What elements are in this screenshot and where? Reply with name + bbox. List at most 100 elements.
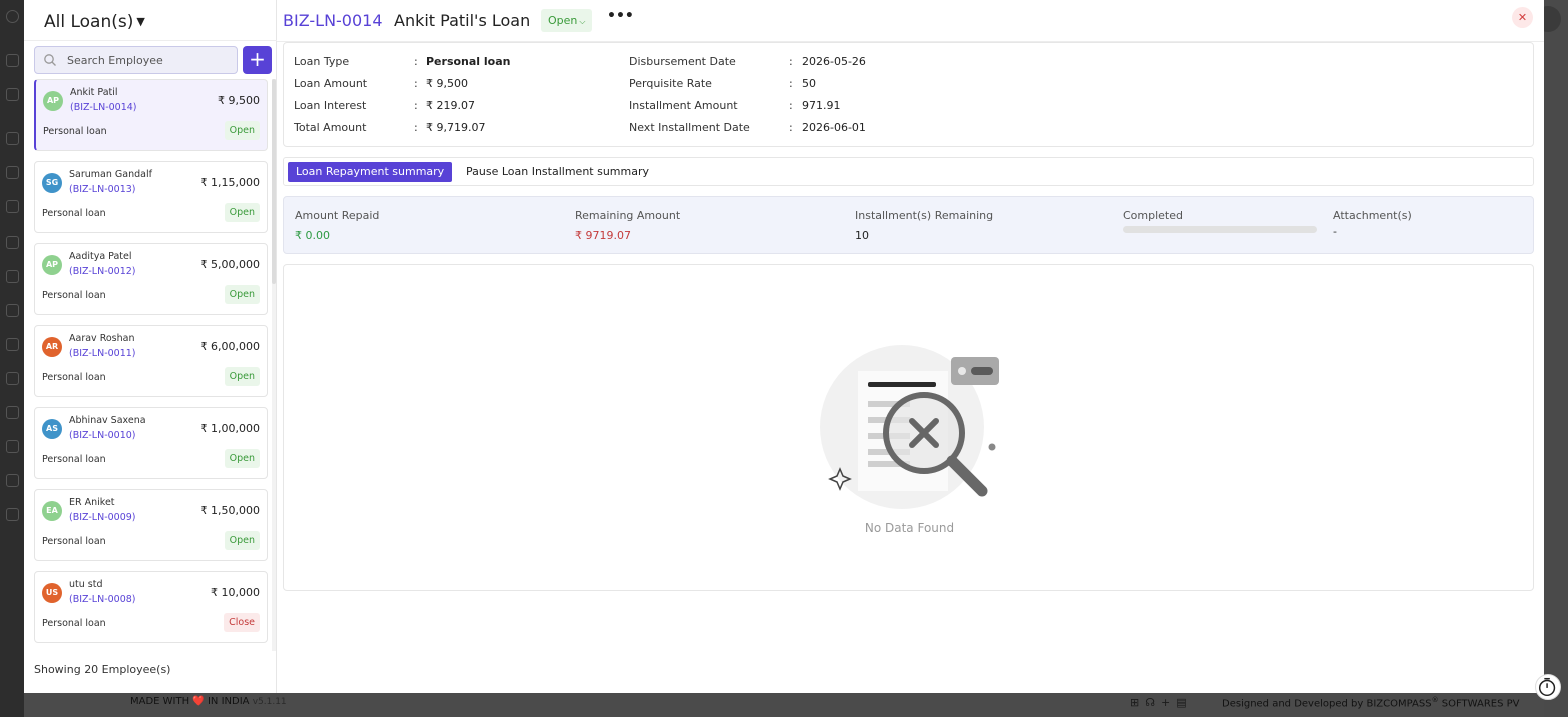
background-sidebar (0, 0, 24, 717)
detail-disbursement-date-value: 2026-05-26 (802, 55, 866, 68)
detail-next-installment-date-value: 2026-06-01 (802, 121, 866, 134)
loan-amount: ₹ 9,500 (218, 94, 260, 107)
detail-separator: : (414, 121, 418, 134)
loan-type: Personal loan (43, 126, 107, 137)
loan-amount: ₹ 10,000 (211, 586, 260, 599)
loan-card[interactable]: SG Saruman Gandalf (BIZ-LN-0013) ₹ 1,15,000… (34, 161, 268, 233)
loan-status-dropdown[interactable]: Open ⌵ (541, 9, 593, 32)
status-badge: Open (224, 367, 260, 386)
loan-card[interactable]: US utu std (BIZ-LN-0008) ₹ 10,000 Personal l… (34, 571, 268, 643)
nav-icon (6, 54, 19, 67)
nav-icon (6, 474, 19, 487)
nav-icon (6, 338, 19, 351)
loan-title: Ankit Patil's Loan (394, 11, 531, 30)
avatar: EA (42, 501, 62, 521)
repayment-summary: Amount Repaid ₹ 0.00 Remaining Amount ₹ … (283, 196, 1534, 254)
stopwatch-icon (1538, 677, 1556, 697)
detail-label: Installment Amount (629, 99, 738, 112)
status-badge: Open (224, 203, 260, 222)
detail-separator: : (789, 55, 793, 68)
avatar: AP (43, 91, 63, 111)
loan-filter-dropdown[interactable]: All Loan(s) ▼ (44, 12, 145, 32)
footer-company-suffix: SOFTWARES PV (1441, 698, 1520, 710)
loan-card[interactable]: EA ER Aniket (BIZ-LN-0009) ₹ 1,50,000 Person… (34, 489, 268, 561)
loan-code: (BIZ-LN-0014) (70, 102, 137, 113)
loan-list-scroll-thumb[interactable] (272, 79, 276, 284)
summary-tabs: Loan Repayment summary Pause Loan Instal… (283, 157, 1534, 186)
detail-loan-amount: Loan Amount (294, 77, 367, 90)
loan-card[interactable]: AP Aaditya Patel (BIZ-LN-0012) ₹ 5,00,000 Pe… (34, 243, 268, 315)
detail-loan-amount-value: ₹ 9,500 (426, 77, 468, 90)
nav-icon (6, 406, 19, 419)
loan-list: AP Ankit Patil (BIZ-LN-0014) ₹ 9,500 Persona… (34, 79, 268, 651)
loan-status-label: Open (548, 14, 578, 27)
detail-label: Perquisite Rate (629, 77, 712, 90)
detail-installment-amount-value: 971.91 (802, 99, 841, 112)
loan-type: Personal loan (42, 290, 106, 301)
amount-repaid-label: Amount Repaid (295, 209, 380, 222)
footer-in-india-text: IN INDIA (207, 696, 250, 707)
loan-type: Personal loan (42, 454, 106, 465)
footer-designed-by: Designed and Developed by (1222, 698, 1364, 710)
tab-pause-loan-installment-summary[interactable]: Pause Loan Installment summary (466, 162, 649, 182)
loan-card[interactable]: AP Ankit Patil (BIZ-LN-0014) ₹ 9,500 Persona… (34, 79, 268, 151)
employee-name: ER Aniket (69, 497, 115, 508)
tab-loan-repayment-summary[interactable]: Loan Repayment summary (288, 162, 453, 182)
detail-separator: : (414, 99, 418, 112)
close-icon: ✕ (1517, 11, 1528, 24)
background-footer: MADE WITH ❤️ IN INDIA v5.1.11 ⊞☊+▤ Desig… (24, 693, 1544, 717)
loan-amount: ₹ 5,00,000 (200, 258, 260, 271)
search-icon (44, 54, 56, 66)
heart-icon: ❤️ (192, 696, 205, 707)
search-employee-input[interactable] (67, 51, 232, 69)
app-logo-icon (6, 10, 19, 23)
loan-filter-label: All Loan(s) (44, 12, 134, 32)
search-employee-box (34, 46, 238, 74)
divider (24, 40, 277, 41)
detail-loan-type-value: Personal loan (426, 55, 511, 68)
loan-type: Personal loan (42, 372, 106, 383)
attachments-label: Attachment(s) (1333, 209, 1412, 222)
loan-card[interactable]: AS Abhinav Saxena (BIZ-LN-0010) ₹ 1,00,000 P… (34, 407, 268, 479)
nav-icon (6, 88, 19, 101)
detail-separator: : (789, 77, 793, 90)
employee-name: Saruman Gandalf (69, 169, 152, 180)
loan-type: Personal loan (42, 208, 106, 219)
detail-label: Loan Interest (294, 99, 367, 112)
completed-progress-bar (1123, 226, 1317, 233)
footer-made-with: MADE WITH ❤️ IN INDIA v5.1.11 (130, 696, 287, 707)
loan-card[interactable]: AR Aarav Roshan (BIZ-LN-0011) ₹ 6,00,000 Per… (34, 325, 268, 397)
loan-code: (BIZ-LN-0012) (69, 266, 136, 277)
detail-separator: : (789, 99, 793, 112)
detail-perquisite-rate: Perquisite Rate (629, 77, 712, 90)
detail-separator: : (414, 77, 418, 90)
close-modal-button[interactable]: ✕ (1512, 7, 1533, 28)
employee-name: Ankit Patil (70, 87, 118, 98)
nav-icon (6, 304, 19, 317)
nav-icon (6, 200, 19, 213)
avatar: AR (42, 337, 62, 357)
employee-name: Abhinav Saxena (69, 415, 146, 426)
loan-code: BIZ-LN-0014 (283, 11, 383, 30)
employee-name: utu std (69, 579, 103, 590)
employee-name: Aarav Roshan (69, 333, 135, 344)
installments-remaining-value: 10 (855, 229, 869, 242)
status-badge: Open (224, 531, 260, 550)
completed-label: Completed (1123, 209, 1183, 222)
timer-button[interactable] (1535, 674, 1561, 700)
detail-separator: : (789, 121, 793, 134)
loan-code: (BIZ-LN-0008) (69, 594, 136, 605)
detail-label: Total Amount (294, 121, 367, 134)
more-options-icon[interactable]: ••• (607, 8, 634, 24)
loan-amount: ₹ 1,15,000 (200, 176, 260, 189)
add-loan-button[interactable]: + (243, 46, 272, 74)
employee-count: Showing 20 Employee(s) (34, 663, 171, 676)
loan-code: (BIZ-LN-0009) (69, 512, 136, 523)
detail-label: Loan Type (294, 55, 350, 68)
detail-perquisite-rate-value: 50 (802, 77, 816, 90)
nav-icon (6, 270, 19, 283)
remaining-amount-label: Remaining Amount (575, 209, 681, 222)
detail-installment-amount: Installment Amount (629, 99, 738, 112)
nav-icon (6, 236, 19, 249)
loan-code: (BIZ-LN-0013) (69, 184, 136, 195)
